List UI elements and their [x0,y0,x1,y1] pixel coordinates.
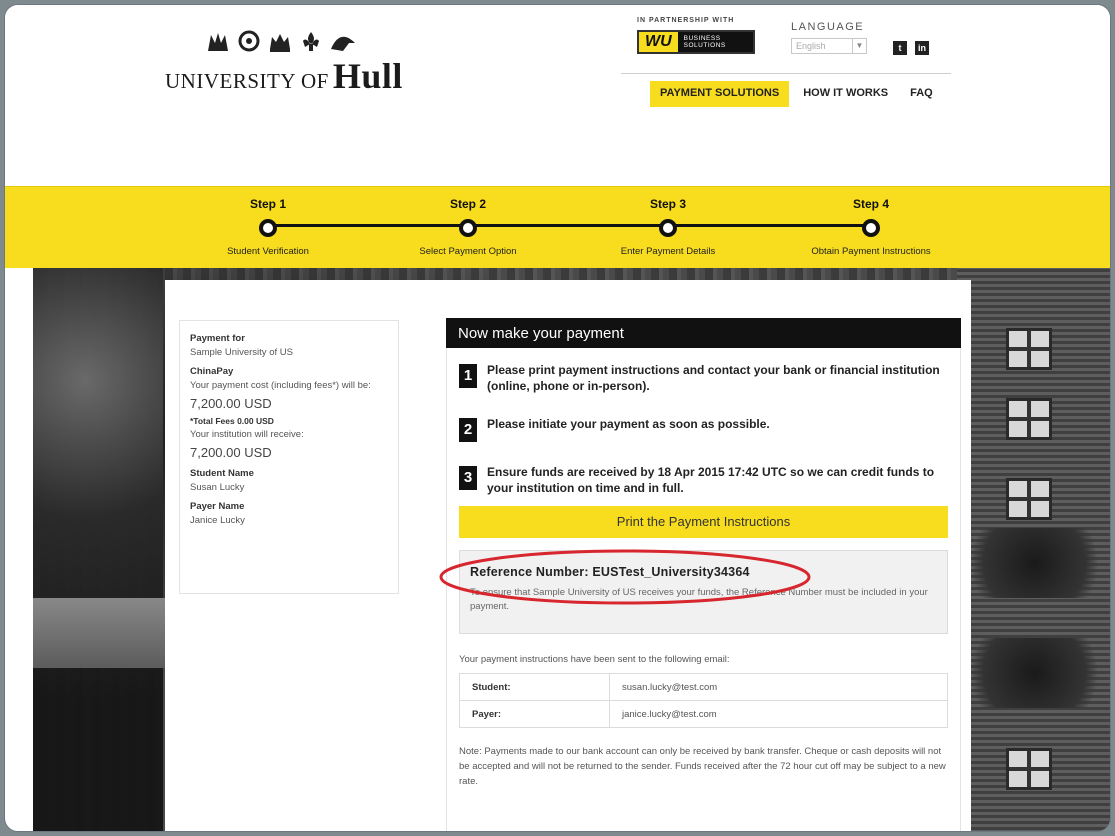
step-number-badge: 3 [459,466,477,490]
progress-steps: Step 1 Student Verification Step 2 Selec… [5,186,1110,268]
rose-icon [238,30,260,52]
wu-text-line: BUSINESS [683,35,721,42]
panel-body: 1 Please print payment instructions and … [439,348,961,831]
chevron-down-icon: ▼ [852,39,866,53]
crest-icons [205,27,357,53]
instruction-step: 2 Please initiate your payment as soon a… [459,416,948,442]
payment-method: ChinaPay [190,366,234,377]
step-number-badge: 2 [459,418,477,442]
step-label: Student Verification [227,246,309,257]
ivy-shape [957,528,1110,598]
window-shape [1006,398,1052,440]
print-instructions-button[interactable]: Print the Payment Instructions [459,506,948,538]
step-2: Step 2 Select Payment Option [378,187,558,257]
wu-mark: WU [639,32,678,52]
payment-instructions-panel: Now make your payment 1 Please print pay… [439,318,961,831]
lawn-shape [33,598,167,668]
reference-number: Reference Number: EUSTest_University3436… [470,565,750,579]
institution-receive-label: Your institution will receive: [190,429,304,440]
step-dot-icon [659,219,677,237]
nav-payment-solutions[interactable]: PAYMENT SOLUTIONS [650,81,790,107]
student-name-value: Susan Lucky [190,482,245,493]
instruction-text: Please print payment instructions and co… [487,363,940,393]
payment-cost-label: Your payment cost (including fees*) will… [190,380,371,391]
payment-for-value: Sample University of US [190,347,293,358]
tree-shape [33,268,163,831]
payment-cost-value: 7,200.00 USD [190,396,272,411]
main-content: Payment for Sample University of US Chin… [165,280,971,831]
table-row: Student: susan.lucky@test.com [459,673,948,701]
page-frame: UNIVERSITY OF Hull IN PARTNERSHIP WITH W… [4,4,1111,832]
wu-text-line: SOLUTIONS [683,42,726,49]
language-dropdown[interactable]: English ▼ [791,38,867,54]
window-shape [1006,478,1052,520]
total-fees: *Total Fees 0.00 USD [190,416,274,426]
step-dot-icon [259,219,277,237]
wu-text: BUSINESS SOLUTIONS [678,35,726,49]
instruction-step: 1 Please print payment instructions and … [459,362,948,394]
step-label: Enter Payment Details [620,246,716,257]
crest-icon [208,33,228,51]
main-nav: PAYMENT SOLUTIONS HOW IT WORKS FAQ [650,81,943,107]
payer-name-value: Janice Lucky [190,515,245,526]
instruction-text: Please initiate your payment as soon as … [487,417,770,431]
twitter-icon[interactable]: t [893,41,907,55]
payer-name-label: Payer Name [190,501,245,512]
step-title: Step 2 [449,197,486,211]
language-selector: LANGUAGE English ▼ [791,21,867,54]
institution-receive-value: 7,200.00 USD [190,445,272,460]
step-title: Step 3 [649,197,686,211]
email-role: Payer: [459,700,610,728]
window-shape [1006,328,1052,370]
ivy-shape [957,638,1110,708]
instruction-step: 3 Ensure funds are received by 18 Apr 20… [459,464,948,496]
window-shape [1006,748,1052,790]
partner-block: IN PARTNERSHIP WITH WU BUSINESS SOLUTION… [637,17,767,54]
university-logo[interactable]: UNIVERSITY OF Hull [165,27,445,97]
emails-sent-label: Your payment instructions have been sent… [459,654,730,665]
header: UNIVERSITY OF Hull IN PARTNERSHIP WITH W… [5,5,1110,187]
reference-box: Reference Number: EUSTest_University3436… [439,549,948,634]
table-row: Payer: janice.lucky@test.com [459,700,948,728]
step-number-badge: 1 [459,364,477,388]
language-label: LANGUAGE [791,21,865,33]
email-address: susan.lucky@test.com [609,673,948,701]
step-3: Step 3 Enter Payment Details [578,187,758,257]
payment-note: Note: Payments made to our bank account … [459,746,946,787]
panel-title: Now make your payment [446,318,961,348]
step-label: Obtain Payment Instructions [811,246,931,257]
nav-how-it-works[interactable]: HOW IT WORKS [793,81,898,107]
crown-icon [270,34,290,52]
step-1: Step 1 Student Verification [178,187,358,257]
language-value: English [796,41,826,51]
payment-for-label: Payment for [190,333,245,344]
email-role: Student: [459,673,610,701]
reference-note: To ensure that Sample University of US r… [470,587,928,612]
step-title: Step 1 [249,197,286,211]
bird-icon [331,36,355,51]
logo-text: UNIVERSITY OF Hull [165,55,403,97]
nav-faq[interactable]: FAQ [900,81,943,107]
western-union-logo[interactable]: WU BUSINESS SOLUTIONS [637,30,755,54]
email-table: Student: susan.lucky@test.com Payer: jan… [459,673,948,728]
instruction-text: Ensure funds are received by 18 Apr 2015… [487,465,935,495]
student-name-label: Student Name [190,468,254,479]
payment-summary: Payment for Sample University of US Chin… [179,320,399,594]
fleur-icon [303,32,319,51]
step-title: Step 4 [852,197,889,211]
email-address: janice.lucky@test.com [609,700,948,728]
linkedin-icon[interactable]: in [915,41,929,55]
logo-small-text: UNIVERSITY OF [165,69,329,93]
step-dot-icon [459,219,477,237]
step-dot-icon [862,219,880,237]
step-label: Select Payment Option [419,246,517,257]
step-4: Step 4 Obtain Payment Instructions [781,187,961,257]
nav-divider [621,73,951,74]
logo-big-text: Hull [332,56,403,96]
partner-label: IN PARTNERSHIP WITH [637,17,735,24]
